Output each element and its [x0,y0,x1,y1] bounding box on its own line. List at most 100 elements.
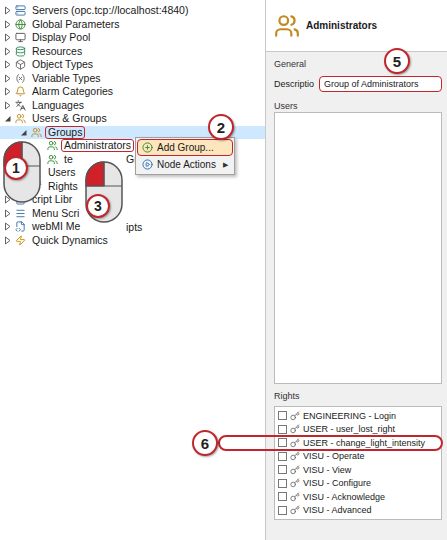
tree-label[interactable]: Resources [29,45,85,58]
tree-node[interactable]: Quick Dynamics [0,234,111,247]
tree-row[interactable]: cript Libr [0,193,265,207]
expander-icon[interactable] [3,60,12,69]
tree-label[interactable]: te [61,153,76,166]
right-row[interactable]: USER - change_light_intensity [275,436,441,450]
expander-icon[interactable] [3,236,12,245]
tree-label[interactable]: Servers (opc.tcp://localhost:4840) [29,4,191,17]
expander-icon[interactable] [3,74,12,83]
tree-row[interactable]: Resources [0,45,265,59]
node-icon [15,32,26,43]
submenu-arrow: ▶ [223,161,228,169]
tree-node[interactable]: Global Parameters [0,18,123,31]
expander-icon[interactable] [3,101,12,110]
tree-node[interactable]: Menu Scri [0,207,82,220]
step-number: 3 [86,194,110,218]
users-list[interactable] [274,112,442,384]
right-row[interactable]: ENGINEERING - Login [275,409,441,423]
expander-icon[interactable] [19,128,28,137]
node-icon [15,59,26,70]
tree-node[interactable]: Alarm Categories [0,85,116,98]
actions-icon [142,159,153,170]
expander-icon[interactable] [3,114,12,123]
expander-icon[interactable] [3,20,12,29]
tree-label[interactable]: webMI Me [29,220,83,233]
right-checkbox[interactable] [278,411,287,420]
tree-label[interactable]: Global Parameters [29,18,123,31]
tree-label[interactable]: Groups [45,126,85,139]
tree-row[interactable]: Languages [0,99,265,113]
menu-label: Node Actions [157,159,219,170]
tree-node[interactable]: Display Pool [0,31,93,44]
tree-label[interactable]: Languages [29,99,87,112]
expander-icon[interactable] [3,47,12,56]
right-row[interactable]: VISU - Operate [275,450,441,464]
tree-label[interactable]: Menu Scri [29,207,82,220]
tree-node[interactable]: Groups [0,126,85,139]
tree-row[interactable]: webMI Me ipts [0,220,265,234]
rights-heading: Rights [274,390,442,402]
right-checkbox[interactable] [278,506,287,515]
right-checkbox[interactable] [278,452,287,461]
node-icon [15,235,26,246]
tree-label[interactable]: Users & Groups [29,112,110,125]
tree-row[interactable]: Servers (opc.tcp://localhost:4840) [0,4,265,18]
key-icon [290,438,300,448]
menu-item[interactable]: Add Group... [137,139,233,156]
tree-row[interactable]: Global Parameters [0,18,265,32]
group-icon [274,13,300,39]
menu-label: Add Group... [157,142,228,153]
key-icon [290,451,300,461]
expander-icon[interactable] [3,6,12,15]
tree-row[interactable]: Alarm Categories [0,85,265,99]
right-label: ENGINEERING - Login [303,411,396,421]
users-heading: Users [274,100,442,112]
tree-label-tail[interactable]: ipts [126,221,265,233]
right-checkbox[interactable] [278,438,287,447]
right-checkbox[interactable] [278,479,287,488]
tree-label[interactable]: Alarm Categories [29,85,116,98]
rights-list: ENGINEERING - Login USER - user_lost_righ… [274,406,442,520]
tree-panel: Servers (opc.tcp://localhost:4840)Global… [0,0,266,540]
tree-node[interactable]: Resources [0,45,85,58]
node-icon [15,86,26,97]
node-icon [15,221,26,232]
tree-label[interactable]: Object Types [29,58,96,71]
tree-label[interactable]: Rights [45,180,81,193]
right-checkbox[interactable] [278,492,287,501]
tree-label[interactable]: Variable Types [29,72,104,85]
tree-node[interactable]: Variable Types [0,72,104,85]
tree-row[interactable]: Variable Types [0,72,265,86]
expander-icon[interactable] [3,33,12,42]
node-icon [15,19,26,30]
right-checkbox[interactable] [278,425,287,434]
tree-row[interactable]: Object Types [0,58,265,72]
panel-header: Administrators [266,0,447,52]
expander-icon[interactable] [3,222,12,231]
tree-row[interactable]: Display Pool [0,31,265,45]
description-field[interactable]: Group of Administrators [319,76,442,92]
tree-node[interactable]: Languages [0,99,87,112]
right-row[interactable]: VISU - Advanced [275,504,441,518]
menu-item[interactable]: Node Actions ▶ [137,156,233,173]
tree-label[interactable]: Administrators [61,139,134,152]
expander-icon[interactable] [3,87,12,96]
tree-row[interactable]: Quick Dynamics [0,234,265,248]
tree-label[interactable]: Display Pool [29,31,93,44]
tree-node[interactable]: Object Types [0,58,96,71]
right-checkbox[interactable] [278,465,287,474]
right-row[interactable]: VISU - Acknowledge [275,490,441,504]
tree-row[interactable]: Menu Scri [0,207,265,221]
right-row[interactable]: VISU - Configure [275,477,441,491]
highlight-outline [218,435,443,451]
right-row[interactable]: USER - user_lost_right [275,423,441,437]
node-icon [15,46,26,57]
tree-node[interactable]: Users & Groups [0,112,110,125]
right-label: VISU - Operate [303,451,365,461]
expander-icon[interactable] [3,209,12,218]
right-label: USER - change_light_intensity [303,438,425,448]
tree-label[interactable]: Users [45,166,78,179]
tree-node[interactable]: Servers (opc.tcp://localhost:4840) [0,4,191,17]
right-row[interactable]: VISU - View [275,463,441,477]
tree-label[interactable]: Quick Dynamics [29,234,111,247]
right-label: VISU - Configure [303,478,371,488]
